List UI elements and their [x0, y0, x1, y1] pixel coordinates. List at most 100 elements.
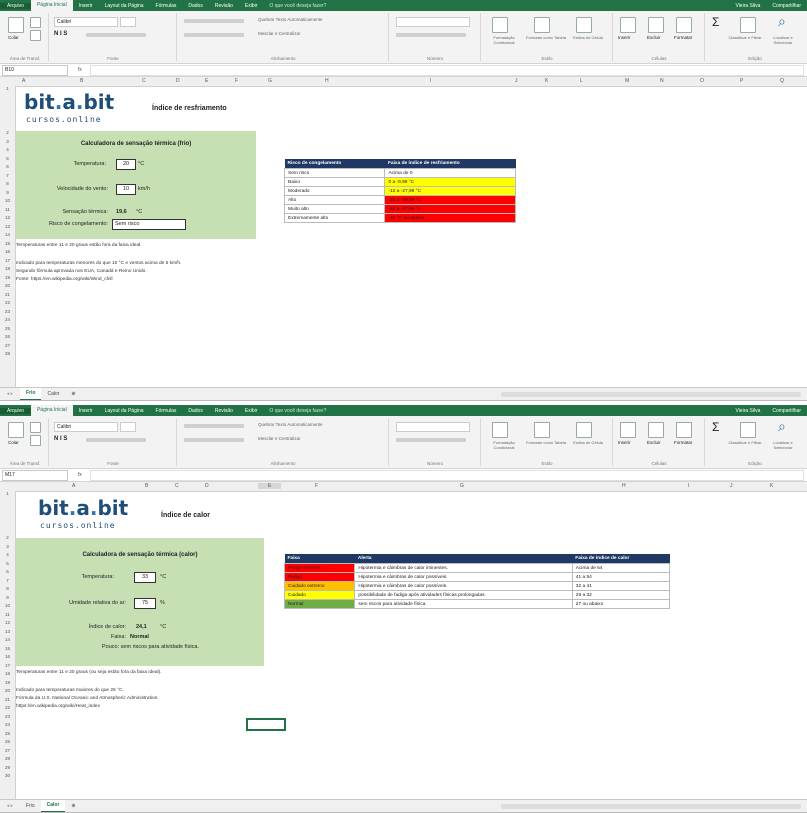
table-cell-range[interactable]: -28 a -39,99 °C — [384, 195, 516, 205]
row-15[interactable]: 15 — [0, 646, 15, 655]
font-tools[interactable] — [86, 438, 146, 442]
sheet-tab-frio[interactable]: Frio — [20, 801, 41, 812]
table-cell-band[interactable]: Cuidado — [283, 590, 356, 600]
row-14[interactable]: 14 — [0, 637, 15, 646]
row-5[interactable]: 5 — [0, 561, 15, 570]
row-12[interactable]: 12 — [0, 620, 15, 629]
table-row[interactable]: Muito alto -40 a -47,99 °C — [283, 204, 516, 214]
tab-home[interactable]: Página Inicial — [30, 405, 73, 416]
align-bottom-tools[interactable] — [184, 33, 244, 37]
name-box[interactable]: M17 — [2, 469, 68, 481]
tell-me-search[interactable]: O que você deseja fazer? — [263, 3, 332, 9]
row-23[interactable]: 23 — [0, 309, 15, 318]
table-row[interactable]: Sem risco Acima de 0 — [283, 168, 516, 178]
cut-icon[interactable] — [30, 422, 41, 433]
table-row[interactable]: Cuidado possibilidade de fadiga após ativ… — [283, 590, 671, 600]
row-11[interactable]: 11 — [0, 612, 15, 621]
row-12[interactable]: 12 — [0, 215, 15, 224]
col-f[interactable]: F — [315, 483, 318, 489]
font-size-select[interactable] — [120, 17, 136, 27]
row-13[interactable]: 13 — [0, 629, 15, 638]
user-name[interactable]: Vieira Silva — [729, 3, 766, 9]
row-11[interactable]: 11 — [0, 207, 15, 216]
formula-input[interactable] — [89, 469, 804, 481]
wrap-text-button[interactable]: Quebrar Texto Automaticamente — [258, 422, 322, 427]
merge-center-button[interactable]: Mesclar e Centralizar — [258, 436, 301, 441]
col-b[interactable]: B — [145, 483, 148, 489]
table-row[interactable]: Perigo extremo Hipotermia e câimbras de c… — [283, 563, 671, 573]
tab-page-layout[interactable]: Layout da Página — [99, 3, 150, 9]
row-25[interactable]: 25 — [0, 326, 15, 335]
horizontal-scrollbar[interactable] — [501, 803, 801, 809]
sheet-nav-icon[interactable]: ◂ ▸ — [0, 803, 20, 809]
table-cell-range[interactable]: -40 a -47,99 °C — [384, 204, 516, 214]
font-size-select[interactable] — [120, 422, 136, 432]
row-4[interactable]: 4 — [0, 147, 15, 156]
formula-input[interactable] — [89, 64, 804, 76]
table-cell-band[interactable]: Perigo extremo — [283, 563, 356, 573]
table-cell-alert[interactable]: Hipotermia e câimbras de calor possíveis… — [354, 572, 573, 582]
copy-icon[interactable] — [30, 30, 41, 41]
row-21[interactable]: 21 — [0, 697, 15, 706]
table-cell-band[interactable]: Perigo — [283, 572, 356, 582]
row-7[interactable]: 7 — [0, 578, 15, 587]
col-d[interactable]: D — [205, 483, 209, 489]
row-2[interactable]: 2 — [0, 535, 15, 544]
cell-styles-icon[interactable] — [576, 17, 592, 33]
paste-icon[interactable] — [8, 17, 24, 33]
autosum-icon[interactable]: Σ — [712, 15, 719, 29]
worksheet-grid[interactable]: A B C D E F G H I J K L M N O P Q 1 2 3 … — [0, 77, 807, 388]
table-row[interactable]: Perigo Hipotermia e câimbras de calor pos… — [283, 572, 671, 582]
font-name-select[interactable]: Calibri — [54, 17, 118, 27]
row-10[interactable]: 10 — [0, 603, 15, 612]
fx-icon[interactable]: fx — [78, 67, 82, 73]
row-17[interactable]: 17 — [0, 663, 15, 672]
font-tools[interactable] — [86, 33, 146, 37]
table-row[interactable]: Normal sem riscos para atividade física. 2… — [283, 599, 671, 609]
format-cells-icon[interactable] — [676, 17, 692, 33]
row-2[interactable]: 2 — [0, 130, 15, 139]
conditional-format-icon[interactable] — [492, 17, 508, 33]
col-c[interactable]: C — [175, 483, 179, 489]
row-16[interactable]: 16 — [0, 654, 15, 663]
wrap-text-button[interactable]: Quebrar Texto Automaticamente — [258, 17, 322, 22]
table-cell-band[interactable]: Normal — [283, 599, 356, 609]
row-9[interactable]: 9 — [0, 190, 15, 199]
table-cell-range[interactable]: 28 a 32 — [571, 590, 671, 600]
tab-file[interactable]: Arquivo — [0, 2, 31, 9]
col-g[interactable]: G — [460, 483, 464, 489]
row-22[interactable]: 22 — [0, 300, 15, 309]
cells-area[interactable]: bit.a.bit cursos.online Índice de resfri… — [16, 87, 807, 388]
cells-area[interactable]: bit.a.bit cursos.online Índice de calor … — [16, 492, 807, 800]
name-box[interactable]: B10 — [2, 64, 68, 76]
row-6[interactable]: 6 — [0, 164, 15, 173]
tab-view[interactable]: Exibir — [239, 3, 264, 9]
row-27[interactable]: 27 — [0, 343, 15, 352]
share-button[interactable]: Compartilhar — [766, 3, 807, 9]
table-row[interactable]: Extremamente alto -48 °C ou abaixo — [283, 213, 516, 223]
row-15[interactable]: 15 — [0, 241, 15, 250]
row-23[interactable]: 23 — [0, 714, 15, 723]
row-5[interactable]: 5 — [0, 156, 15, 165]
col-m[interactable]: M — [625, 78, 629, 84]
row-20[interactable]: 20 — [0, 688, 15, 697]
table-row[interactable]: Baixo 0 a -9,99 °C — [283, 177, 516, 187]
horizontal-scrollbar[interactable] — [501, 391, 801, 397]
tab-review[interactable]: Revisão — [209, 3, 239, 9]
row-14[interactable]: 14 — [0, 232, 15, 241]
table-cell-alert[interactable]: possibilidade de fadiga após atividades … — [354, 590, 573, 600]
table-cell-risk[interactable]: Muito alto — [283, 204, 386, 214]
row-24[interactable]: 24 — [0, 722, 15, 731]
row-10[interactable]: 10 — [0, 198, 15, 207]
copy-icon[interactable] — [30, 435, 41, 446]
temperature-input[interactable]: 33 — [134, 572, 156, 583]
row-26[interactable]: 26 — [0, 334, 15, 343]
tell-me-search[interactable]: O que você deseja fazer? — [263, 408, 332, 414]
row-8[interactable]: 8 — [0, 181, 15, 190]
fx-icon[interactable]: fx — [78, 472, 82, 478]
cut-icon[interactable] — [30, 17, 41, 28]
table-cell-risk[interactable]: Alto — [283, 195, 386, 205]
autosum-icon[interactable]: Σ — [712, 420, 719, 434]
delete-cells-icon[interactable] — [648, 17, 664, 33]
tab-insert[interactable]: Inserir — [73, 3, 99, 9]
